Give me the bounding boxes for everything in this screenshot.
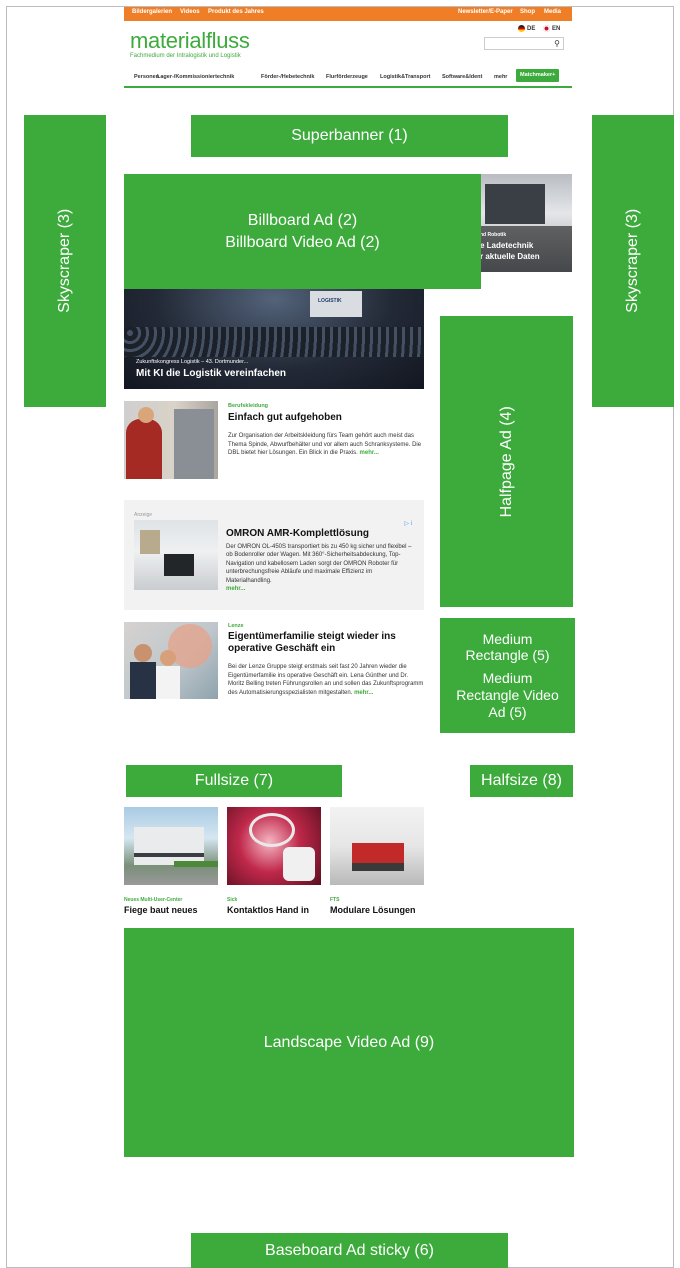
ad-billboard[interactable]: Billboard Ad (2) Billboard Video Ad (2) — [124, 174, 481, 289]
article-berufskleidung-text: Zur Organisation der Arbeitskleidung für… — [228, 433, 422, 457]
article-lenze-text: Bei der Lenze Gruppe steigt erstmals sei… — [228, 664, 424, 697]
link-bildergalerien[interactable]: Bildergalerien — [132, 9, 172, 15]
ad-skyscraper-right[interactable]: Skyscraper (3) — [592, 115, 674, 407]
sponsored-text: Der OMRON OL-450S transportiert bis zu 4… — [226, 544, 412, 592]
site-logo[interactable]: materialfluss — [130, 28, 250, 54]
sponsored-label: Anzeige — [134, 512, 153, 518]
nav-item-foerder[interactable]: Förder-/Hebetechnik — [261, 74, 314, 80]
ad-landscape-video[interactable]: Landscape Video Ad (9) — [124, 928, 574, 1157]
teaser-fiege-headline[interactable]: Fiege baut neues — [124, 905, 198, 916]
nav-item-personen[interactable]: Personen — [134, 74, 159, 80]
hero-kicker: Zukunftskongress Logistik – 43. Dortmund… — [136, 359, 249, 365]
article-berufskleidung-more-link[interactable]: mehr... — [360, 450, 379, 456]
teaser-fts-kicker: FTS — [330, 897, 340, 903]
ad-halfpage[interactable]: Halfpage Ad (4) — [440, 316, 573, 607]
nav-item-flurfoerderzeuge[interactable]: Flurförderzeuge — [326, 74, 368, 80]
teaser-fts-headline[interactable]: Modulare Lösungen — [330, 905, 416, 916]
article-lenze-kicker: Lenze — [228, 623, 244, 629]
hero-headline[interactable]: Mit KI die Logistik vereinfachen — [136, 368, 286, 379]
teaser-sick-kicker: Sick — [227, 897, 238, 903]
link-shop[interactable]: Shop — [520, 9, 535, 15]
teaser-sick-headline[interactable]: Kontaktlos Hand in — [227, 905, 309, 916]
link-media[interactable]: Media — [544, 9, 561, 15]
teaser-fiege-kicker: Neues Multi-User-Center — [124, 897, 183, 903]
link-produkt-des-jahres[interactable]: Produkt des Jahres — [208, 9, 264, 15]
search-input[interactable]: ⚲ — [484, 37, 564, 50]
article-berufskleidung-kicker: Berufskleidung — [228, 403, 269, 409]
peek-headline-line2: r aktuelle Daten — [480, 252, 540, 261]
ad-medium-rectangle-label: Medium Rectangle (5) — [465, 630, 550, 664]
ad-skyscraper-left[interactable]: Skyscraper (3) — [24, 115, 106, 407]
top-utility-bar: Bildergalerien Videos Produkt des Jahres… — [124, 7, 572, 21]
nav-item-mehr[interactable]: mehr — [494, 74, 507, 80]
hero-screen: LOGISTIK — [310, 291, 362, 317]
matchmaker-button[interactable]: Matchmaker+ — [516, 69, 560, 82]
flag-de-icon — [518, 25, 525, 32]
nav-item-lager[interactable]: Lager-/Kommissioniertechnik — [157, 74, 234, 80]
article-berufskleidung-headline[interactable]: Einfach gut aufgehoben — [228, 412, 424, 424]
ad-baseboard-sticky[interactable]: Baseboard Ad sticky (6) — [191, 1233, 508, 1268]
lang-de[interactable]: DE — [518, 25, 535, 32]
ad-medium-rectangle-video-label: Medium Rectangle Video Ad (5) — [456, 670, 559, 720]
ad-superbanner[interactable]: Superbanner (1) — [191, 115, 508, 157]
ad-medium-rectangle[interactable]: Medium Rectangle (5) Medium Rectangle Vi… — [440, 618, 575, 733]
site-tagline: Fachmedium der Intralogistik und Logisti… — [130, 53, 241, 59]
teaser-sick-image[interactable] — [227, 807, 321, 885]
article-lenze-more-link[interactable]: mehr... — [354, 690, 373, 696]
nav-item-software[interactable]: Software&Ident — [442, 74, 482, 80]
adchoices-icon[interactable]: ▷ i — [404, 520, 412, 527]
article-lenze-headline[interactable]: Eigentümerfamilie steigt wieder ins oper… — [228, 631, 424, 655]
sponsored-image[interactable] — [134, 520, 218, 590]
ad-fullsize[interactable]: Fullsize (7) — [126, 765, 342, 797]
sponsored-headline[interactable]: OMRON AMR-Komplettlösung — [226, 528, 369, 539]
main-navigation: Personen Lager-/Kommissioniertechnik För… — [124, 68, 572, 88]
ad-halfsize[interactable]: Halfsize (8) — [470, 765, 573, 797]
peek-kicker: nd Robotik — [480, 232, 507, 238]
article-lenze-image[interactable] — [124, 622, 218, 699]
sponsored-more-link[interactable]: mehr... — [226, 586, 245, 592]
link-newsletter[interactable]: Newsletter/E-Paper — [458, 9, 513, 15]
article-berufskleidung-image[interactable] — [124, 401, 218, 479]
link-videos[interactable]: Videos — [180, 9, 200, 15]
nav-item-logistik[interactable]: Logistik&Transport — [380, 74, 430, 80]
hero-image[interactable]: LOGISTIK Zukunftskongress Logistik – 43.… — [124, 289, 424, 389]
teaser-fts-image[interactable] — [330, 807, 424, 885]
sponsored-box[interactable]: Anzeige ▷ i OMRON AMR-Komplettlösung Der… — [124, 500, 424, 610]
search-icon[interactable]: ⚲ — [554, 39, 560, 48]
peek-headline-line1: e Ladetechnik — [480, 241, 534, 250]
flag-en-icon — [543, 25, 550, 32]
teaser-fiege-image[interactable] — [124, 807, 218, 885]
lang-en[interactable]: EN — [543, 25, 560, 32]
